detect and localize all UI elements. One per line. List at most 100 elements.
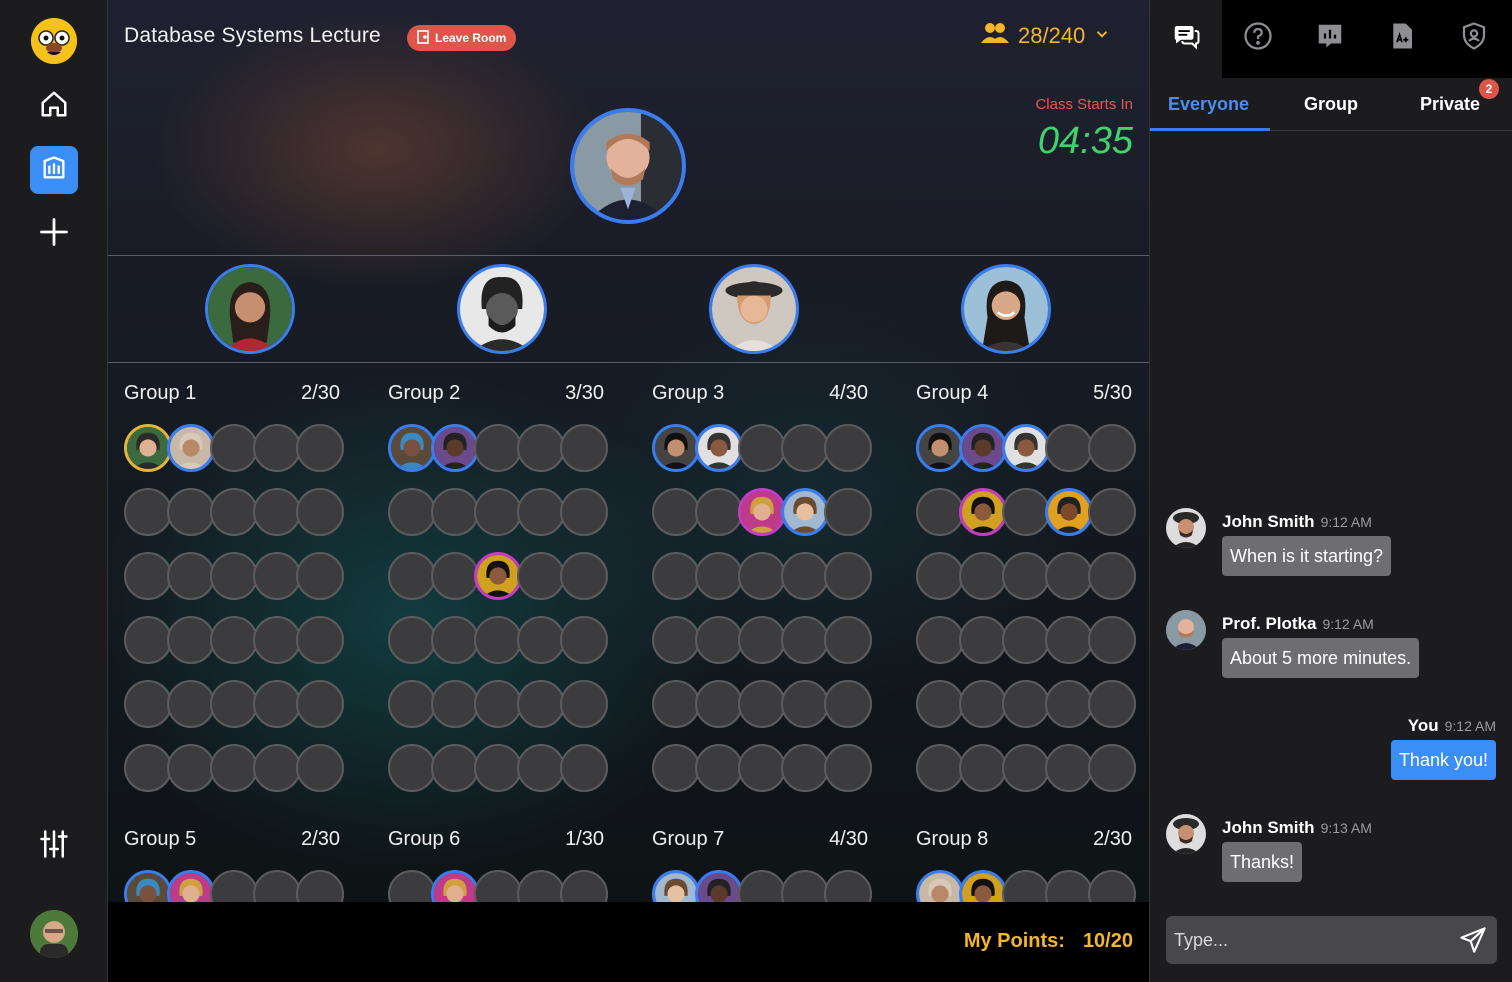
empty-seat[interactable]	[1045, 616, 1093, 664]
empty-seat[interactable]	[1045, 424, 1093, 472]
occupied-seat[interactable]	[474, 552, 522, 600]
empty-seat[interactable]	[167, 744, 215, 792]
empty-seat[interactable]	[474, 744, 522, 792]
empty-seat[interactable]	[210, 552, 258, 600]
add-room-button[interactable]	[30, 210, 78, 258]
polls-button[interactable]	[1312, 20, 1348, 56]
empty-seat[interactable]	[959, 744, 1007, 792]
empty-seat[interactable]	[738, 552, 786, 600]
help-button[interactable]	[1240, 20, 1276, 56]
occupied-seat[interactable]	[388, 424, 436, 472]
empty-seat[interactable]	[210, 488, 258, 536]
empty-seat[interactable]	[560, 552, 608, 600]
empty-seat[interactable]	[652, 680, 700, 728]
empty-seat[interactable]	[124, 744, 172, 792]
empty-seat[interactable]	[781, 680, 829, 728]
empty-seat[interactable]	[959, 616, 1007, 664]
tab-everyone[interactable]: Everyone	[1168, 94, 1249, 115]
empty-seat[interactable]	[1002, 488, 1050, 536]
tab-private[interactable]: Private	[1420, 94, 1480, 115]
empty-seat[interactable]	[652, 744, 700, 792]
chat-tool-button[interactable]	[1168, 20, 1204, 56]
empty-seat[interactable]	[1088, 424, 1136, 472]
rooms-button[interactable]	[30, 146, 78, 194]
empty-seat[interactable]	[916, 744, 964, 792]
empty-seat[interactable]	[517, 616, 565, 664]
empty-seat[interactable]	[124, 680, 172, 728]
empty-seat[interactable]	[167, 488, 215, 536]
empty-seat[interactable]	[1002, 744, 1050, 792]
send-button[interactable]	[1459, 926, 1487, 954]
empty-seat[interactable]	[781, 616, 829, 664]
empty-seat[interactable]	[431, 744, 479, 792]
empty-seat[interactable]	[738, 744, 786, 792]
occupied-seat[interactable]	[652, 424, 700, 472]
empty-seat[interactable]	[560, 680, 608, 728]
empty-seat[interactable]	[474, 488, 522, 536]
empty-seat[interactable]	[431, 488, 479, 536]
host-avatar[interactable]	[570, 108, 686, 224]
empty-seat[interactable]	[210, 744, 258, 792]
empty-seat[interactable]	[560, 424, 608, 472]
empty-seat[interactable]	[474, 424, 522, 472]
occupied-seat[interactable]	[781, 488, 829, 536]
empty-seat[interactable]	[824, 552, 872, 600]
empty-seat[interactable]	[652, 616, 700, 664]
empty-seat[interactable]	[253, 488, 301, 536]
empty-seat[interactable]	[167, 680, 215, 728]
empty-seat[interactable]	[296, 680, 344, 728]
chat-message-input[interactable]	[1166, 916, 1446, 964]
empty-seat[interactable]	[517, 680, 565, 728]
empty-seat[interactable]	[296, 744, 344, 792]
empty-seat[interactable]	[695, 744, 743, 792]
empty-seat[interactable]	[916, 488, 964, 536]
occupied-seat[interactable]	[959, 424, 1007, 472]
empty-seat[interactable]	[1088, 616, 1136, 664]
empty-seat[interactable]	[517, 552, 565, 600]
empty-seat[interactable]	[124, 488, 172, 536]
leave-room-button[interactable]: Leave Room	[407, 25, 517, 51]
empty-seat[interactable]	[296, 488, 344, 536]
empty-seat[interactable]	[517, 744, 565, 792]
occupied-seat[interactable]	[738, 488, 786, 536]
occupied-seat[interactable]	[1045, 488, 1093, 536]
empty-seat[interactable]	[824, 488, 872, 536]
empty-seat[interactable]	[296, 424, 344, 472]
empty-seat[interactable]	[1088, 680, 1136, 728]
empty-seat[interactable]	[431, 552, 479, 600]
ta-avatar[interactable]	[457, 264, 547, 354]
empty-seat[interactable]	[210, 680, 258, 728]
empty-seat[interactable]	[738, 424, 786, 472]
occupied-seat[interactable]	[916, 424, 964, 472]
empty-seat[interactable]	[781, 744, 829, 792]
empty-seat[interactable]	[431, 680, 479, 728]
empty-seat[interactable]	[560, 488, 608, 536]
empty-seat[interactable]	[124, 616, 172, 664]
empty-seat[interactable]	[517, 488, 565, 536]
empty-seat[interactable]	[560, 616, 608, 664]
empty-seat[interactable]	[253, 680, 301, 728]
empty-seat[interactable]	[253, 616, 301, 664]
ta-avatar[interactable]	[961, 264, 1051, 354]
ta-avatar[interactable]	[205, 264, 295, 354]
empty-seat[interactable]	[560, 744, 608, 792]
empty-seat[interactable]	[824, 680, 872, 728]
attendance-dropdown[interactable]: 28/240	[980, 22, 1111, 50]
empty-seat[interactable]	[824, 424, 872, 472]
empty-seat[interactable]	[1045, 552, 1093, 600]
empty-seat[interactable]	[1088, 488, 1136, 536]
occupied-seat[interactable]	[167, 424, 215, 472]
empty-seat[interactable]	[1002, 552, 1050, 600]
empty-seat[interactable]	[738, 680, 786, 728]
empty-seat[interactable]	[210, 616, 258, 664]
empty-seat[interactable]	[296, 616, 344, 664]
empty-seat[interactable]	[695, 552, 743, 600]
empty-seat[interactable]	[474, 616, 522, 664]
empty-seat[interactable]	[431, 616, 479, 664]
empty-seat[interactable]	[959, 552, 1007, 600]
ta-avatar[interactable]	[709, 264, 799, 354]
empty-seat[interactable]	[253, 552, 301, 600]
empty-seat[interactable]	[388, 488, 436, 536]
settings-button[interactable]	[30, 822, 78, 870]
empty-seat[interactable]	[652, 488, 700, 536]
